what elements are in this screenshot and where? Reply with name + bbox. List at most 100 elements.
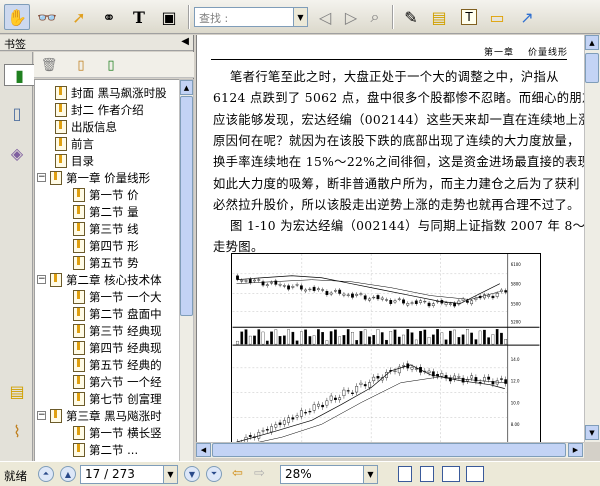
candle-body: [376, 376, 380, 379]
collapse-toggle-icon[interactable]: −: [37, 411, 46, 420]
bookmark-label: 第一节 一个大: [89, 289, 162, 304]
stock-chart-figure: 6100580055005200 14.012.010.08.006.00: [231, 253, 541, 442]
bookmark-vertical-scrollbar[interactable]: ▲ ▼: [179, 79, 194, 478]
layers-tab-icon[interactable]: ◈: [6, 142, 28, 164]
bookmark-item[interactable]: 第一节 价: [73, 186, 139, 203]
facing-pages-view-icon[interactable]: [442, 466, 460, 482]
bookmark-item[interactable]: 第三节 经典现: [73, 322, 162, 339]
toolbar-separator: [188, 5, 190, 29]
bookmark-item[interactable]: 第六节 一个经: [73, 373, 162, 390]
snapshot-icon[interactable]: ▣: [156, 4, 182, 30]
chevron-down-icon[interactable]: ▼: [163, 466, 177, 483]
bookmark-label: 第一章 价量线形: [66, 170, 151, 185]
volume-bar: [317, 329, 320, 345]
first-page-icon[interactable]: ⏶: [38, 466, 54, 482]
go-forward-icon[interactable]: ⇨: [254, 466, 265, 481]
bookmark-item[interactable]: 第五节 经典的: [73, 356, 162, 373]
new-bookmark-icon[interactable]: ▯: [72, 56, 90, 74]
panel-side-tabs: ▮ ▯ ◈ ▤ ⌇: [0, 52, 34, 461]
text-box-icon[interactable]: T: [456, 4, 482, 30]
last-page-icon[interactable]: ⏷: [206, 466, 222, 482]
bookmark-item[interactable]: 第二节 量: [73, 203, 139, 220]
bookmark-item[interactable]: 第四节 形: [73, 237, 139, 254]
bookmark-item[interactable]: − 第二章 核心技术体: [37, 271, 162, 288]
scroll-thumb[interactable]: [585, 53, 599, 83]
delete-bookmark-icon[interactable]: 🗑: [40, 56, 58, 74]
bookmark-item[interactable]: 第二节 ...: [73, 441, 138, 458]
bookmark-item[interactable]: 第二节 盘面中: [73, 305, 162, 322]
collapse-panel-icon[interactable]: ◀: [181, 36, 189, 47]
bookmark-item[interactable]: 前言: [55, 135, 94, 152]
candle-body: [380, 297, 384, 300]
text-select-icon[interactable]: T: [126, 4, 152, 30]
attachments-tab-icon[interactable]: ⌇: [6, 420, 28, 442]
expand-bookmark-icon[interactable]: ▯: [102, 56, 120, 74]
hand-tool-icon[interactable]: ✋: [4, 4, 30, 30]
chevron-down-icon[interactable]: ▼: [363, 466, 377, 483]
find-next-icon[interactable]: ▷: [338, 4, 364, 30]
svg-text:6100: 6100: [511, 262, 522, 267]
glasses-icon[interactable]: 👓: [34, 4, 60, 30]
document-vertical-scrollbar[interactable]: ▲ ▼: [584, 35, 600, 442]
arrow-tool-icon[interactable]: ↗: [514, 4, 540, 30]
bookmark-page-icon: [73, 255, 85, 270]
bookmark-item[interactable]: 出版信息: [55, 118, 117, 135]
binoculars-icon[interactable]: ⚭: [96, 4, 122, 30]
body-text-line: 图 1-10 为宏达经编（002144）与同期上证指数 2007 年 8～11 …: [213, 219, 584, 234]
candle-body: [474, 377, 478, 382]
candle-body: [325, 400, 329, 406]
scroll-thumb[interactable]: [180, 96, 193, 316]
candle-body: [440, 373, 444, 377]
volume-bar: [376, 329, 380, 345]
bookmark-item[interactable]: 第四节 经典现: [73, 339, 162, 356]
previous-page-icon[interactable]: ▲: [60, 466, 76, 482]
search-input[interactable]: 查找 : ▼: [194, 7, 308, 27]
page-number-field[interactable]: 17 / 273 ▼: [80, 465, 178, 484]
bookmark-item[interactable]: 封二 作者介绍: [55, 101, 144, 118]
scroll-right-icon[interactable]: ▶: [568, 443, 583, 457]
collapse-toggle-icon[interactable]: −: [37, 275, 46, 284]
pages-tab-icon[interactable]: ▯: [6, 102, 28, 124]
candle-body: [410, 302, 414, 304]
annotation-tool-icon[interactable]: ✎: [398, 4, 424, 30]
candle-body: [342, 389, 346, 396]
go-back-icon[interactable]: ⇦: [232, 466, 243, 481]
continuous-facing-view-icon[interactable]: [466, 466, 484, 482]
bookmark-item[interactable]: − 第三章 黑马飚涨时: [37, 407, 162, 424]
bookmark-item[interactable]: 封面 黑马飙涨时股: [55, 84, 167, 101]
volume-bar: [393, 329, 397, 345]
search-icon[interactable]: ⌕: [362, 4, 388, 30]
candle-body: [351, 392, 354, 394]
note-icon[interactable]: ▤: [426, 4, 452, 30]
scroll-up-icon[interactable]: ▲: [585, 35, 599, 50]
bookmark-item[interactable]: 第三节 线: [73, 220, 139, 237]
bookmark-item[interactable]: − 第一章 价量线形: [37, 169, 150, 186]
bookmark-item[interactable]: 第一节 一个大: [73, 288, 162, 305]
scroll-thumb[interactable]: [212, 443, 566, 457]
scroll-left-icon[interactable]: ◀: [196, 443, 211, 457]
chevron-down-icon[interactable]: ▼: [293, 8, 307, 26]
comment-icon[interactable]: ▭: [484, 4, 510, 30]
bookmarks-tab-icon[interactable]: ▮: [4, 64, 34, 86]
document-view[interactable]: 第一章 价量线形 笔者行笔至此之时，大盘正处于一个大的调整之中，沪指从 6124 点…: [196, 35, 584, 442]
scroll-down-icon[interactable]: ▼: [585, 425, 599, 440]
document-horizontal-scrollbar[interactable]: ◀ ▶: [196, 442, 584, 458]
volume-bar: [270, 331, 273, 345]
candle-body: [448, 303, 452, 305]
bookmark-item[interactable]: 第七节 创富理: [73, 390, 162, 407]
select-arrow-icon[interactable]: ➚: [66, 4, 92, 30]
volume-bar: [359, 331, 363, 345]
bookmark-item[interactable]: 目录: [55, 152, 94, 169]
scroll-up-icon[interactable]: ▲: [180, 80, 193, 95]
bookmark-item[interactable]: 第一节 横长竖: [73, 424, 162, 441]
zoom-field[interactable]: 28% ▼: [280, 465, 378, 484]
bookmark-item[interactable]: 第五节 势: [73, 254, 139, 271]
continuous-view-icon[interactable]: [420, 466, 434, 482]
single-page-view-icon[interactable]: [398, 466, 412, 482]
comments-tab-icon[interactable]: ▤: [6, 380, 28, 402]
volume-bar: [295, 340, 299, 345]
find-previous-icon[interactable]: ◁: [312, 4, 338, 30]
next-page-icon[interactable]: ▼: [184, 466, 200, 482]
volume-bar: [253, 335, 256, 345]
collapse-toggle-icon[interactable]: −: [37, 173, 46, 182]
